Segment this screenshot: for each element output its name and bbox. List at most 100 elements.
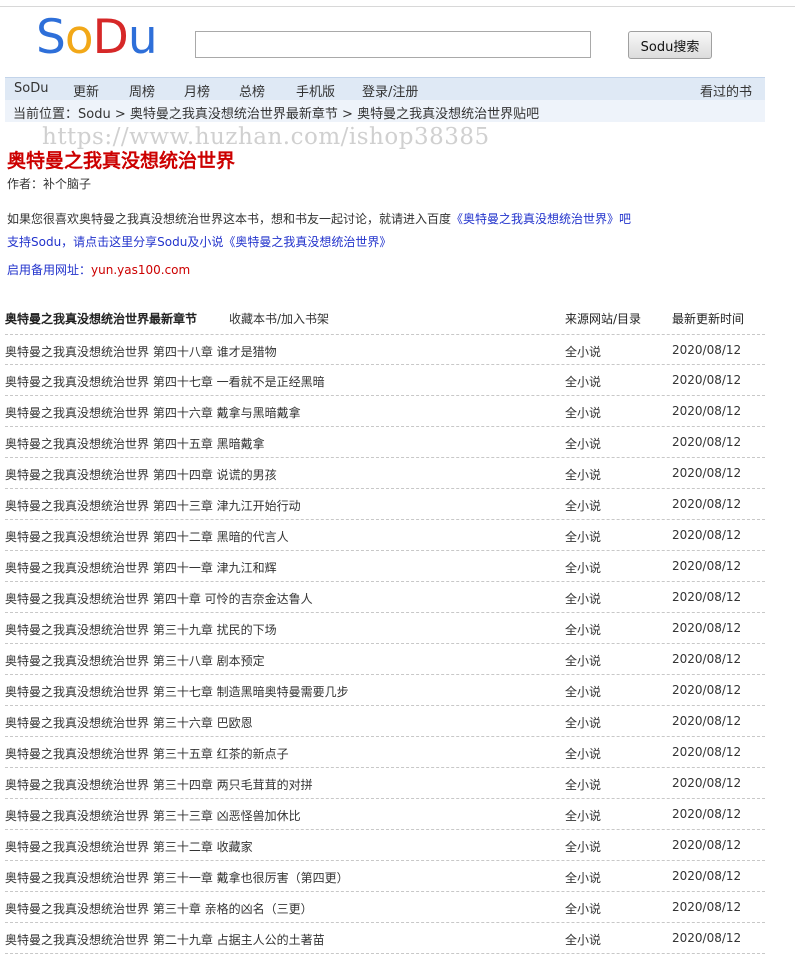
breadcrumb-home[interactable]: Sodu — [78, 107, 111, 122]
update-date: 2020/08/12 — [672, 497, 742, 511]
update-date: 2020/08/12 — [672, 652, 742, 666]
table-row: 奥特曼之我真没想统治世界 第四十五章 黑暗戴拿 全小说 2020/08/12 — [5, 427, 765, 458]
update-date: 2020/08/12 — [672, 714, 742, 728]
source-link[interactable]: 全小说 — [565, 466, 601, 483]
chapter-link[interactable]: 奥特曼之我真没想统治世界 第四十三章 津九江开始行动 — [5, 497, 301, 514]
chapter-link[interactable]: 奥特曼之我真没想统治世界 第三十一章 戴拿也很厉害（第四更） — [5, 869, 349, 886]
update-date: 2020/08/12 — [672, 807, 742, 821]
logo-letter-s: S — [36, 10, 66, 65]
source-link[interactable]: 全小说 — [565, 838, 601, 855]
breadcrumb-latest[interactable]: 奥特曼之我真没想统治世界最新章节 — [130, 107, 338, 122]
chapter-table-header: 奥特曼之我真没想统治世界最新章节 收藏本书/加入书架 来源网站/目录 最新更新时… — [5, 310, 765, 332]
breadcrumb-prefix: 当前位置： — [13, 107, 79, 122]
chapter-link[interactable]: 奥特曼之我真没想统治世界 第三十章 亲格的凶名（三更） — [5, 900, 313, 917]
book-author: 作者：补个脑子 — [7, 177, 92, 191]
source-link[interactable]: 全小说 — [565, 869, 601, 886]
update-date: 2020/08/12 — [672, 683, 742, 697]
update-date: 2020/08/12 — [672, 900, 742, 914]
logo-letter-u: u — [127, 10, 158, 65]
source-link[interactable]: 全小说 — [565, 776, 601, 793]
chapter-link[interactable]: 奥特曼之我真没想统治世界 第四十八章 谁才是猎物 — [5, 343, 277, 360]
nav-item-sodu[interactable]: SoDu — [14, 81, 48, 96]
source-link[interactable]: 全小说 — [565, 528, 601, 545]
source-link[interactable]: 全小说 — [565, 559, 601, 576]
book-title: 奥特曼之我真没想统治世界 — [7, 150, 236, 172]
sodu-logo[interactable]: SoDu — [36, 10, 158, 65]
update-date: 2020/08/12 — [672, 404, 742, 418]
share-link[interactable]: 支持Sodu，请点击这里分享Sodu及小说《奥特曼之我真没想统治世界》 — [7, 233, 391, 250]
chapter-list: 奥特曼之我真没想统治世界 第四十八章 谁才是猎物 全小说 2020/08/12 奥特曼… — [5, 334, 765, 954]
chapter-link[interactable]: 奥特曼之我真没想统治世界 第三十七章 制造黑暗奥特曼需要几步 — [5, 683, 349, 700]
update-date: 2020/08/12 — [672, 590, 742, 604]
chapter-link[interactable]: 奥特曼之我真没想统治世界 第四十七章 一看就不是正经黑暗 — [5, 373, 325, 390]
logo-letter-d: D — [92, 10, 129, 65]
chapter-link[interactable]: 奥特曼之我真没想统治世界 第三十五章 红茶的新点子 — [5, 745, 289, 762]
nav-item-update[interactable]: 更新 — [73, 81, 99, 100]
source-link[interactable]: 全小说 — [565, 745, 601, 762]
chapter-link[interactable]: 奥特曼之我真没想统治世界 第三十九章 扰民的下场 — [5, 621, 277, 638]
backup-url-label: 启用备用网址： — [7, 263, 92, 277]
table-row: 奥特曼之我真没想统治世界 第三十九章 扰民的下场 全小说 2020/08/12 — [5, 613, 765, 644]
source-link[interactable]: 全小说 — [565, 652, 601, 669]
chapter-link[interactable]: 奥特曼之我真没想统治世界 第四十四章 说谎的男孩 — [5, 466, 277, 483]
source-link[interactable]: 全小说 — [565, 621, 601, 638]
nav-item-login[interactable]: 登录/注册 — [362, 81, 418, 100]
chapter-link[interactable]: 奥特曼之我真没想统治世界 第三十八章 剧本预定 — [5, 652, 265, 669]
update-date: 2020/08/12 — [672, 621, 742, 635]
table-row: 奥特曼之我真没想统治世界 第四十六章 戴拿与黑暗戴拿 全小说 2020/08/12 — [5, 396, 765, 427]
chapter-link[interactable]: 奥特曼之我真没想统治世界 第三十二章 收藏家 — [5, 838, 253, 855]
baidu-tieba-link[interactable]: 《奥特曼之我真没想统治世界》吧 — [451, 212, 631, 226]
update-date: 2020/08/12 — [672, 435, 742, 449]
source-link[interactable]: 全小说 — [565, 590, 601, 607]
add-to-shelf-link[interactable]: 收藏本书/加入书架 — [229, 310, 329, 327]
search-input[interactable] — [195, 31, 591, 58]
source-link[interactable]: 全小说 — [565, 435, 601, 452]
nav-item-monthly[interactable]: 月榜 — [184, 81, 210, 100]
table-row: 奥特曼之我真没想统治世界 第三十五章 红茶的新点子 全小说 2020/08/12 — [5, 737, 765, 768]
chapter-link[interactable]: 奥特曼之我真没想统治世界 第三十六章 巴欧恩 — [5, 714, 253, 731]
source-link[interactable]: 全小说 — [565, 497, 601, 514]
source-link[interactable]: 全小说 — [565, 807, 601, 824]
nav-item-mobile[interactable]: 手机版 — [296, 81, 335, 100]
source-link[interactable]: 全小说 — [565, 683, 601, 700]
chapter-link[interactable]: 奥特曼之我真没想统治世界 第四十二章 黑暗的代言人 — [5, 528, 289, 545]
update-date: 2020/08/12 — [672, 373, 742, 387]
source-link[interactable]: 全小说 — [565, 404, 601, 421]
source-link[interactable]: 全小说 — [565, 931, 601, 948]
breadcrumb-tieba[interactable]: 奥特曼之我真没想统治世界贴吧 — [357, 107, 539, 122]
table-row: 奥特曼之我真没想统治世界 第三十三章 凶恶怪兽加休比 全小说 2020/08/12 — [5, 799, 765, 830]
intro-discuss: 如果您很喜欢奥特曼之我真没想统治世界这本书，想和书友一起讨论，就请进入百度《奥特… — [7, 210, 631, 227]
source-link[interactable]: 全小说 — [565, 900, 601, 917]
chapter-link[interactable]: 奥特曼之我真没想统治世界 第四十五章 黑暗戴拿 — [5, 435, 265, 452]
intro-discuss-text: 如果您很喜欢奥特曼之我真没想统治世界这本书，想和书友一起讨论，就请进入百度 — [7, 212, 452, 226]
chapter-link[interactable]: 奥特曼之我真没想统治世界 第二十九章 占据主人公的土著苗 — [5, 931, 325, 948]
update-date: 2020/08/12 — [672, 528, 742, 542]
header-source: 来源网站/目录 — [565, 312, 642, 326]
chapter-link[interactable]: 奥特曼之我真没想统治世界 第三十三章 凶恶怪兽加休比 — [5, 807, 301, 824]
update-date: 2020/08/12 — [672, 559, 742, 573]
source-link[interactable]: 全小说 — [565, 714, 601, 731]
breadcrumb: 当前位置：Sodu > 奥特曼之我真没想统治世界最新章节 > 奥特曼之我真没想统… — [5, 100, 765, 122]
table-row: 奥特曼之我真没想统治世界 第三十六章 巴欧恩 全小说 2020/08/12 — [5, 706, 765, 737]
source-link[interactable]: 全小说 — [565, 373, 601, 390]
update-date: 2020/08/12 — [672, 745, 742, 759]
chapter-link[interactable]: 奥特曼之我真没想统治世界 第四十一章 津九江和辉 — [5, 559, 277, 576]
table-row: 奥特曼之我真没想统治世界 第四十一章 津九江和辉 全小说 2020/08/12 — [5, 551, 765, 582]
top-divider — [0, 6, 795, 7]
chapter-link[interactable]: 奥特曼之我真没想统治世界 第四十六章 戴拿与黑暗戴拿 — [5, 404, 301, 421]
header-time: 最新更新时间 — [672, 312, 745, 326]
nav-item-total[interactable]: 总榜 — [239, 81, 265, 100]
table-row: 奥特曼之我真没想统治世界 第四十三章 津九江开始行动 全小说 2020/08/12 — [5, 489, 765, 520]
nav-item-history[interactable]: 看过的书 — [700, 81, 752, 100]
table-row: 奥特曼之我真没想统治世界 第四十七章 一看就不是正经黑暗 全小说 2020/08/1… — [5, 365, 765, 396]
source-link[interactable]: 全小说 — [565, 343, 601, 360]
table-row: 奥特曼之我真没想统治世界 第四十二章 黑暗的代言人 全小说 2020/08/12 — [5, 520, 765, 551]
backup-url-value[interactable]: yun.yas100.com — [91, 263, 190, 277]
breadcrumb-separator: > — [337, 107, 358, 122]
chapter-link[interactable]: 奥特曼之我真没想统治世界 第三十四章 两只毛茸茸的对拼 — [5, 776, 313, 793]
nav-item-weekly[interactable]: 周榜 — [129, 81, 155, 100]
update-date: 2020/08/12 — [672, 931, 742, 945]
update-date: 2020/08/12 — [672, 343, 742, 357]
search-button[interactable]: Sodu搜索 — [628, 31, 712, 59]
chapter-link[interactable]: 奥特曼之我真没想统治世界 第四十章 可怜的吉奈金达鲁人 — [5, 590, 313, 607]
